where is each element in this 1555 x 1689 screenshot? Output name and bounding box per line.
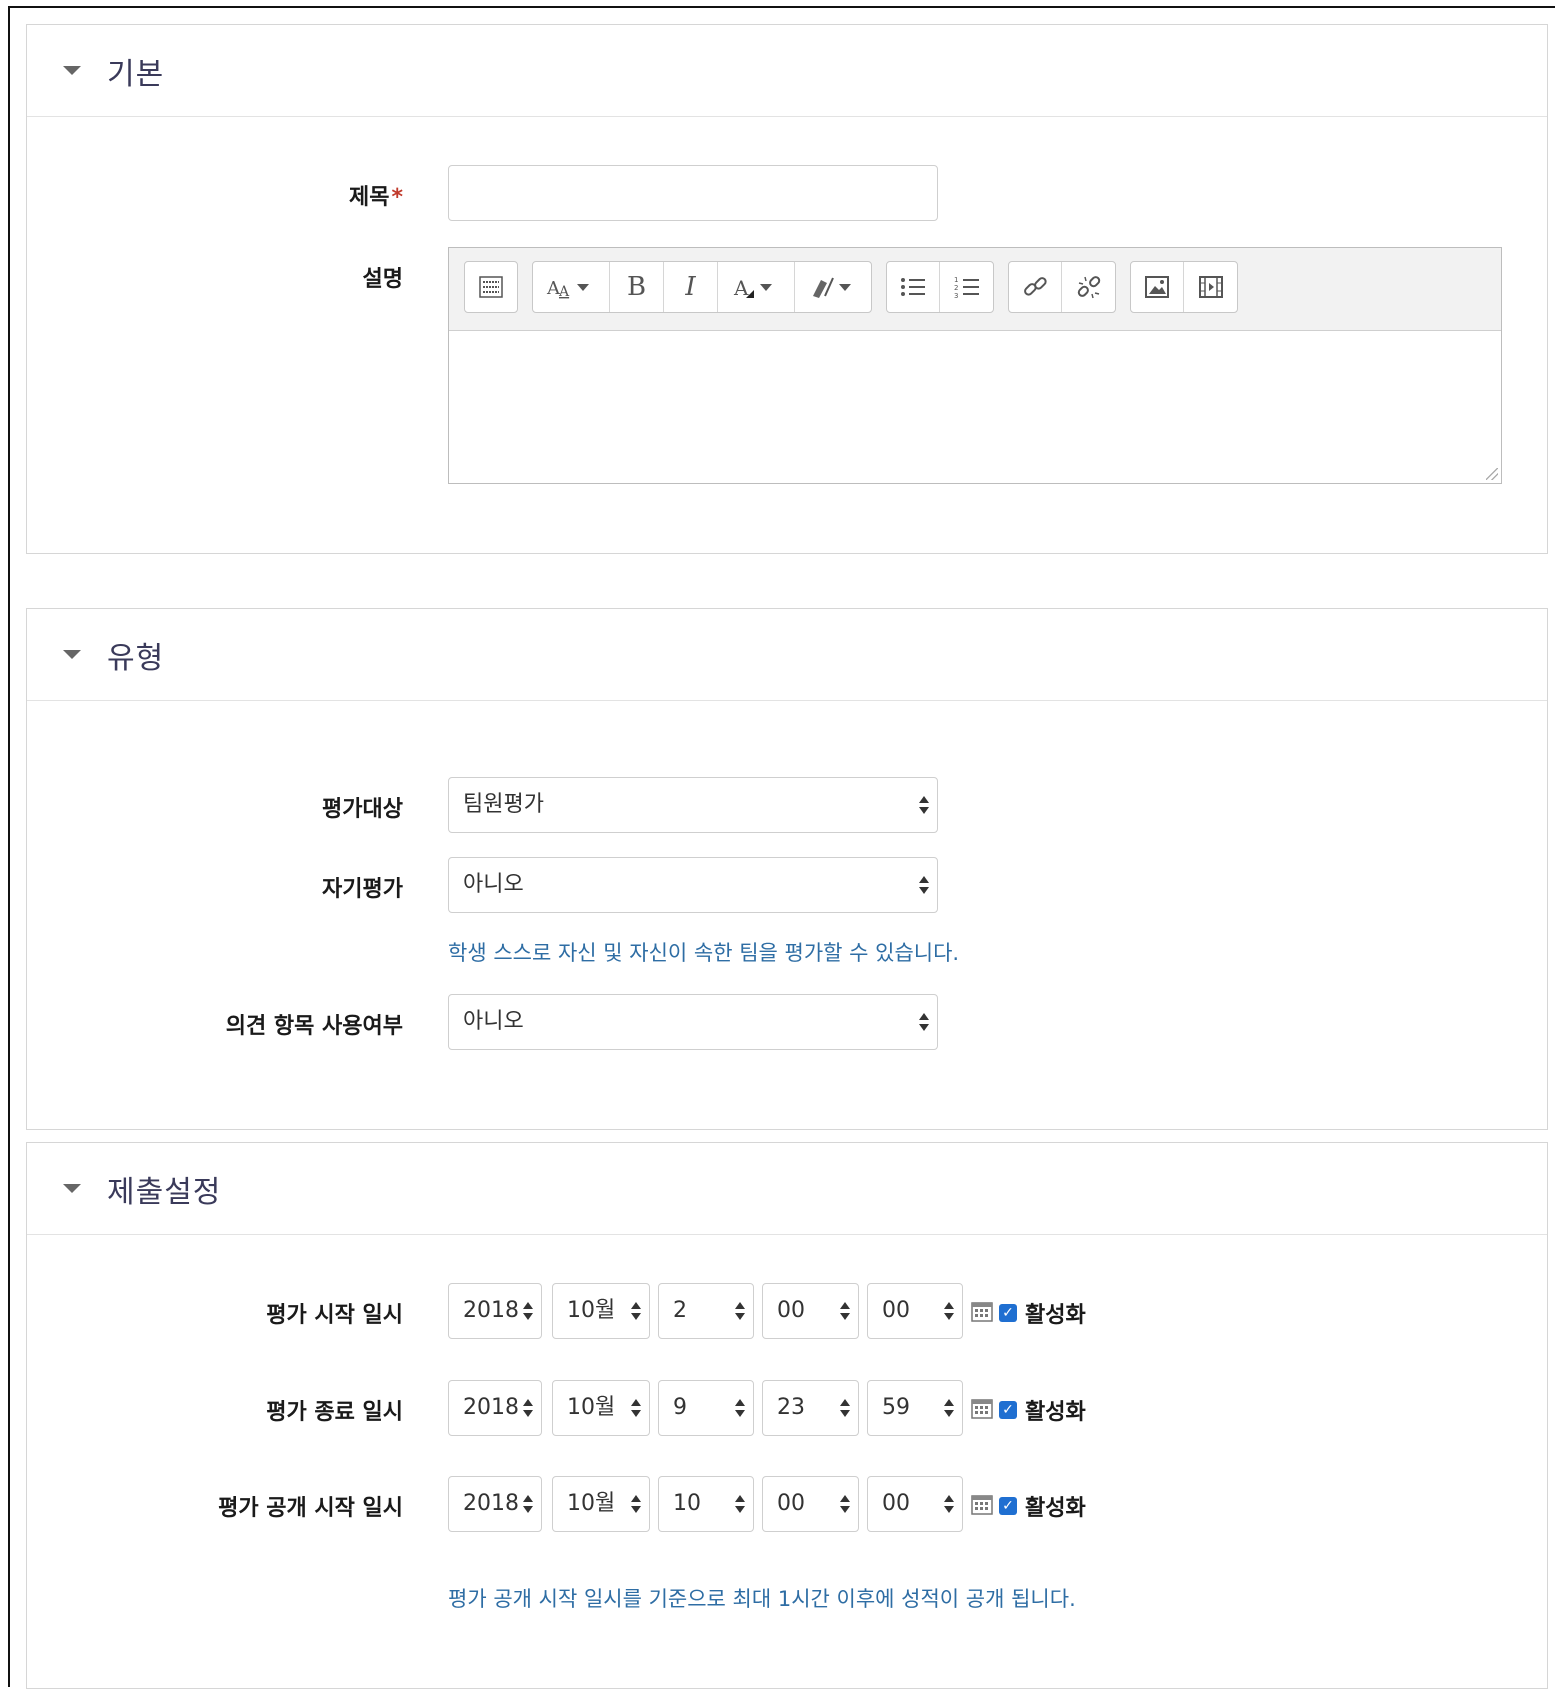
required-mark: * [391, 185, 403, 210]
target-label: 평가대상 [322, 797, 403, 822]
section-basic: 기본 제목* 설명 AA B I A 1 2 3 [26, 24, 1548, 554]
toolbar-toggle-icon[interactable] [465, 262, 517, 312]
media-icon[interactable] [1184, 262, 1237, 312]
start-datetime-row: 평가 시작 일시 2018 10월 2 00 00 ✓ 활성화 [27, 1283, 1547, 1339]
self-eval-select[interactable]: 아니오 [448, 857, 938, 913]
section-submission: 제출설정 평가 시작 일시 2018 10월 2 00 00 ✓ 활성화 평가 … [26, 1142, 1548, 1689]
calendar-icon[interactable] [971, 1397, 993, 1419]
year-select[interactable]: 2018 [448, 1283, 542, 1339]
bullet-list-icon[interactable] [887, 262, 940, 312]
hour-select[interactable]: 00 [762, 1476, 859, 1532]
svg-text:2: 2 [954, 284, 958, 292]
day-select[interactable]: 2 [658, 1283, 754, 1339]
editor-content-area[interactable] [449, 331, 1501, 483]
editor-toolbar: AA B I A 1 2 3 [449, 248, 1501, 331]
section-title: 제출설정 [107, 1174, 222, 1210]
hour-select[interactable]: 23 [762, 1380, 859, 1436]
publish-label: 평가 공개 시작 일시 [218, 1496, 403, 1521]
unlink-icon[interactable] [1062, 262, 1115, 312]
description-label: 설명 [362, 267, 403, 292]
minute-select[interactable]: 00 [867, 1476, 963, 1532]
numbered-list-icon[interactable]: 123 [940, 262, 993, 312]
font-size-icon[interactable]: AA [533, 262, 610, 312]
publish-datetime-row: 평가 공개 시작 일시 2018 10월 10 00 00 ✓ 활성화 [27, 1476, 1547, 1532]
comment-label: 의견 항목 사용여부 [225, 1014, 403, 1039]
calendar-icon[interactable] [971, 1493, 993, 1515]
month-select[interactable]: 10월 [552, 1283, 650, 1339]
section-title: 기본 [107, 56, 165, 92]
bold-icon[interactable]: B [610, 262, 664, 312]
self-eval-help: 학생 스스로 자신 및 자신이 속한 팀을 평가할 수 있습니다. [448, 941, 960, 965]
minute-select[interactable]: 59 [867, 1380, 963, 1436]
svg-text:1: 1 [954, 276, 958, 284]
calendar-icon[interactable] [971, 1300, 993, 1322]
resize-grip-icon[interactable] [1486, 468, 1498, 480]
enable-checkbox[interactable]: ✓ [999, 1401, 1017, 1419]
section-submission-header[interactable]: 제출설정 [27, 1143, 1547, 1235]
year-select[interactable]: 2018 [448, 1380, 542, 1436]
image-icon[interactable] [1131, 262, 1184, 312]
title-field-label: 제목* [349, 185, 403, 210]
collapse-caret-icon[interactable] [63, 650, 81, 659]
collapse-caret-icon[interactable] [63, 1184, 81, 1193]
link-icon[interactable] [1009, 262, 1062, 312]
start-label: 평가 시작 일시 [266, 1303, 403, 1328]
section-basic-header[interactable]: 기본 [27, 25, 1547, 117]
font-color-icon[interactable]: A [718, 262, 795, 312]
form-frame: 기본 제목* 설명 AA B I A 1 2 3 유형 평가대상 팀원평가 자기… [8, 6, 1555, 1689]
month-select[interactable]: 10월 [552, 1476, 650, 1532]
self-eval-label: 자기평가 [322, 877, 403, 902]
publish-help: 평가 공개 시작 일시를 기준으로 최대 1시간 이후에 성적이 공개 됩니다. [448, 1587, 1076, 1611]
enable-label: 활성화 [1025, 1303, 1086, 1328]
svg-text:A: A [558, 284, 570, 300]
svg-text:3: 3 [954, 292, 958, 299]
comment-select-value: 아니오 [463, 1009, 524, 1034]
target-select-value: 팀원평가 [463, 792, 544, 817]
day-select[interactable]: 10 [658, 1476, 754, 1532]
highlight-icon[interactable] [795, 262, 871, 312]
month-select[interactable]: 10월 [552, 1380, 650, 1436]
enable-label: 활성화 [1025, 1400, 1086, 1425]
comment-select[interactable]: 아니오 [448, 994, 938, 1050]
section-type: 유형 평가대상 팀원평가 자기평가 아니오 학생 스스로 자신 및 자신이 속한… [26, 608, 1548, 1130]
self-eval-select-value: 아니오 [463, 872, 524, 897]
select-arrows-icon [919, 795, 929, 815]
section-type-header[interactable]: 유형 [27, 609, 1547, 701]
enable-checkbox[interactable]: ✓ [999, 1497, 1017, 1515]
select-arrows-icon [919, 1012, 929, 1032]
select-arrows-icon [919, 875, 929, 895]
end-datetime-row: 평가 종료 일시 2018 10월 9 23 59 ✓ 활성화 [27, 1380, 1547, 1436]
svg-text:A: A [733, 276, 749, 300]
collapse-caret-icon[interactable] [63, 66, 81, 75]
title-input[interactable] [448, 165, 938, 221]
description-editor[interactable]: AA B I A 1 2 3 [448, 247, 1502, 484]
enable-checkbox[interactable]: ✓ [999, 1304, 1017, 1322]
minute-select[interactable]: 00 [867, 1283, 963, 1339]
target-select[interactable]: 팀원평가 [448, 777, 938, 833]
end-label: 평가 종료 일시 [266, 1400, 403, 1425]
year-select[interactable]: 2018 [448, 1476, 542, 1532]
italic-icon[interactable]: I [664, 262, 718, 312]
hour-select[interactable]: 00 [762, 1283, 859, 1339]
section-title: 유형 [107, 640, 165, 676]
day-select[interactable]: 9 [658, 1380, 754, 1436]
enable-label: 활성화 [1025, 1496, 1086, 1521]
